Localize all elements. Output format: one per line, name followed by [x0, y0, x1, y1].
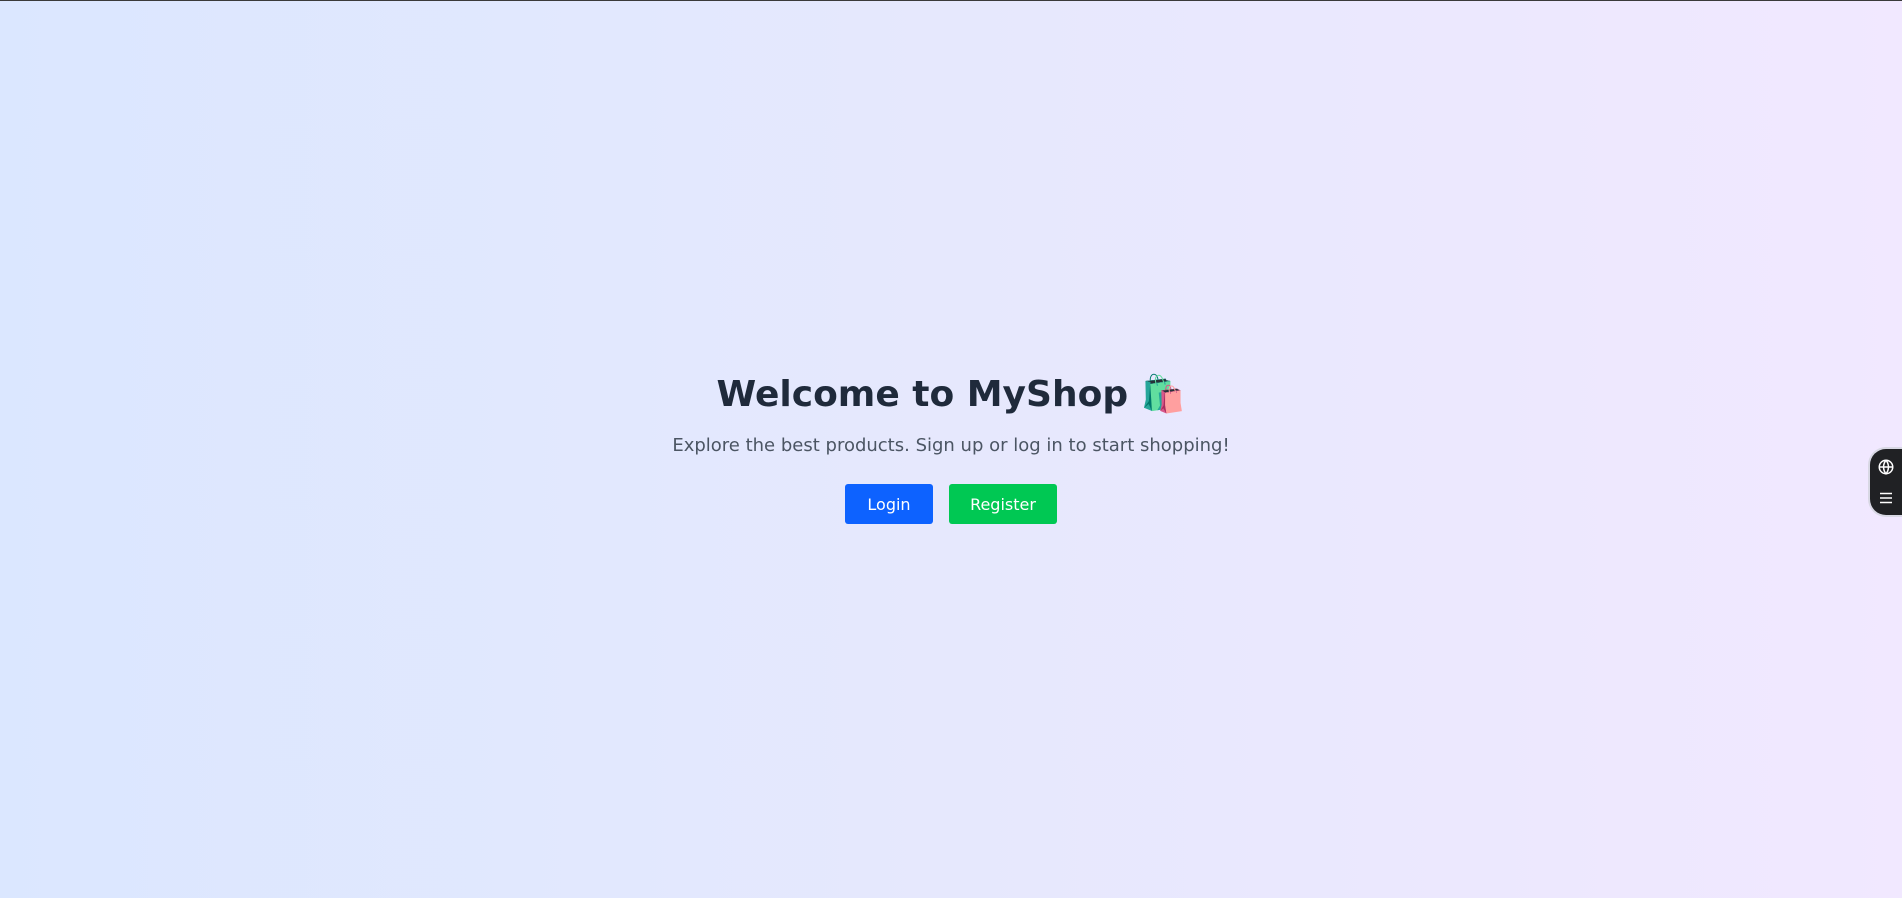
- hero-actions: Login Register: [0, 484, 1902, 524]
- register-button[interactable]: Register: [949, 484, 1057, 524]
- page-subtitle: Explore the best products. Sign up or lo…: [672, 435, 1230, 456]
- side-widget: [1870, 449, 1902, 515]
- hero-section: Welcome to MyShop 🛍️ Explore the best pr…: [0, 370, 1902, 524]
- page-title: Welcome to MyShop 🛍️: [716, 374, 1186, 415]
- globe-icon[interactable]: [1877, 458, 1895, 476]
- menu-icon[interactable]: [1877, 489, 1895, 507]
- login-button[interactable]: Login: [845, 484, 933, 524]
- top-border: [0, 0, 1902, 1]
